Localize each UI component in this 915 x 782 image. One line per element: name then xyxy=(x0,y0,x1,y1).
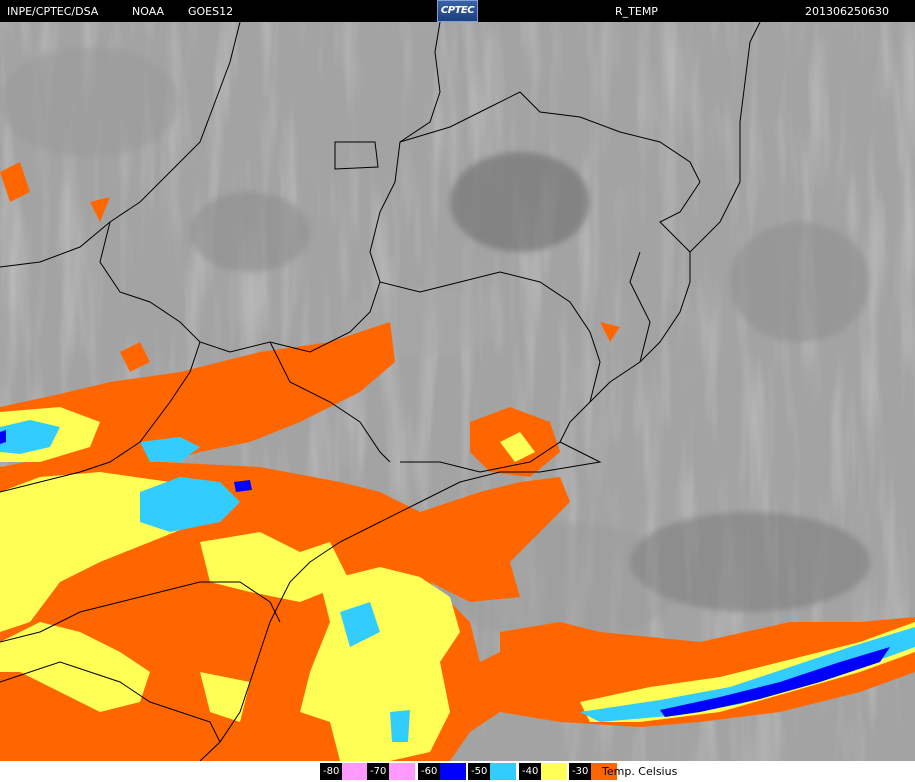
timestamp-label: 201306250630 xyxy=(805,5,889,18)
image-header: INPE/CPTEC/DSA NOAA GOES12 CPTEC R_TEMP … xyxy=(0,0,915,22)
satellite-image xyxy=(0,22,915,761)
legend-label: -70 xyxy=(370,766,387,777)
legend-label: -40 xyxy=(522,766,539,777)
legend-unit: Temp. Celsius xyxy=(602,765,678,778)
source-label: INPE/CPTEC/DSA xyxy=(7,5,99,18)
satellite-label: GOES12 xyxy=(188,5,234,18)
product-label: R_TEMP xyxy=(615,5,658,18)
legend-label: -30 xyxy=(572,766,589,777)
legend-label: -50 xyxy=(471,766,488,777)
logo-text: CPTEC xyxy=(440,5,475,16)
agency-label: NOAA xyxy=(132,5,165,18)
legend-label: -60 xyxy=(421,766,438,777)
legend-item-minus-40: -40 xyxy=(519,763,567,780)
color-legend: -80 -70 -60 -50 -40 -30 Temp. Celsius xyxy=(0,761,915,782)
cptec-logo: CPTEC xyxy=(437,0,478,22)
legend-label: -80 xyxy=(323,766,340,777)
legend-item-minus-70: -70 xyxy=(367,763,415,780)
legend-item-minus-50: -50 xyxy=(468,763,516,780)
legend-item-minus-80: -80 xyxy=(320,763,368,780)
legend-item-minus-60: -60 xyxy=(418,763,466,780)
